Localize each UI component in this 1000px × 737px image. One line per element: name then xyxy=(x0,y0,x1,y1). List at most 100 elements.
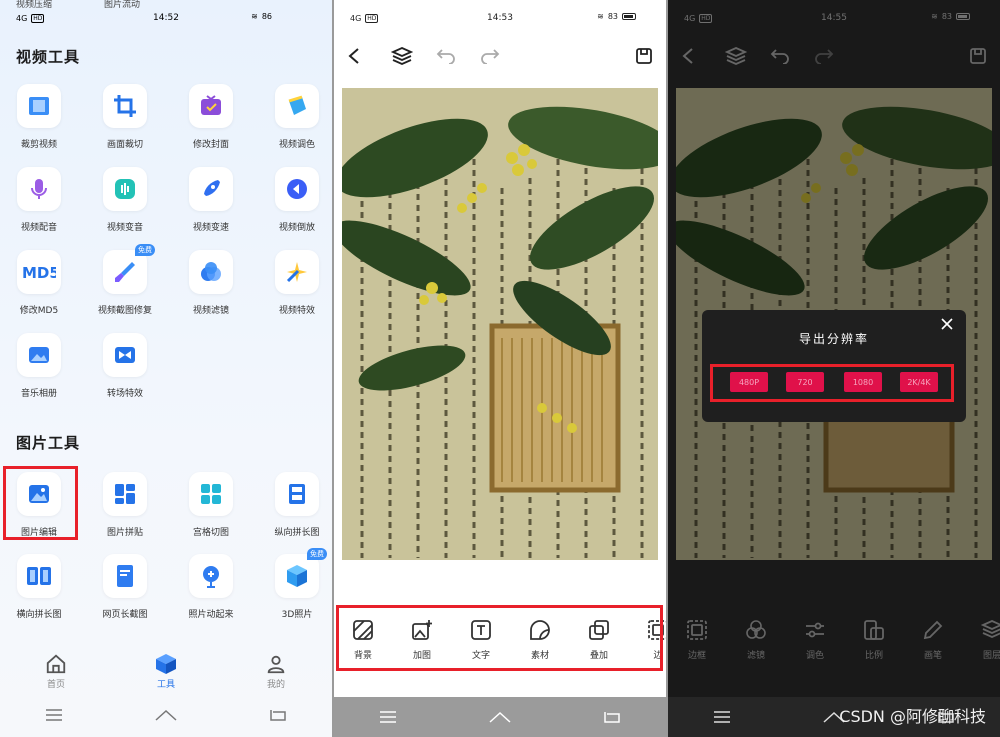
tool-filter-circles[interactable]: 滤镜 xyxy=(731,618,781,661)
tool-vertical-stitch[interactable]: 纵向拼长图 xyxy=(254,472,332,538)
wifi-icon: ≋ xyxy=(931,12,938,21)
tool-label: 视频滤镜 xyxy=(192,306,229,316)
tool-label: 图片拼贴 xyxy=(106,528,143,538)
md5-icon: MD5 xyxy=(17,250,61,294)
tool-color-bucket[interactable]: 视频调色 xyxy=(254,84,332,150)
tool-label: 视频变速 xyxy=(192,223,229,233)
tab-home-label: 首页 xyxy=(46,680,65,690)
tool-label: 图层 xyxy=(982,651,1000,661)
tab-tools[interactable]: 工具 xyxy=(136,653,196,690)
image-edit-highlight xyxy=(3,466,78,540)
tool-brush[interactable]: 免费 视频截图修复 xyxy=(82,244,168,316)
back-nav-icon[interactable] xyxy=(603,710,621,724)
battery-level: 83 xyxy=(607,12,618,21)
home-nav-icon[interactable] xyxy=(488,710,512,724)
tool-label: 照片动起来 xyxy=(188,610,234,620)
save-icon[interactable] xyxy=(966,44,990,68)
tool-label: 视频截图修复 xyxy=(97,306,152,316)
back-nav-icon[interactable] xyxy=(269,708,287,722)
tab-mine[interactable]: 我的 xyxy=(246,653,306,690)
back-icon[interactable] xyxy=(676,44,700,68)
export-resolution-screen: 4G HD 14:55 ≋ 83 边框 滤镜 调色 比例 画笔 图层 导出分辨率… xyxy=(668,0,1000,737)
tool-label: 3D照片 xyxy=(281,610,313,620)
menu-icon[interactable] xyxy=(45,708,63,722)
home-nav-icon[interactable] xyxy=(154,708,178,722)
svg-text:MD5: MD5 xyxy=(22,264,56,282)
tool-bar-highlight xyxy=(336,605,663,671)
tool-pen[interactable]: 画笔 xyxy=(908,618,958,661)
resolution-highlight xyxy=(710,364,954,402)
tool-label: 宫格切图 xyxy=(192,528,229,538)
tool-animate-photo[interactable]: 照片动起来 xyxy=(168,554,254,620)
battery-level: 83 xyxy=(941,12,952,21)
tool-sparkle[interactable]: 视频特效 xyxy=(254,250,332,316)
tool-layers[interactable]: 图层 xyxy=(967,618,1000,661)
tool-grid-cut[interactable]: 宫格切图 xyxy=(168,472,254,538)
layers-icon[interactable] xyxy=(390,44,414,68)
tool-label: 视频配音 xyxy=(20,223,57,233)
filter-circles-icon xyxy=(744,618,768,642)
tool-label: 画面裁切 xyxy=(106,140,143,150)
tool-label: 比例 xyxy=(864,651,883,661)
tool-label: 修改MD5 xyxy=(19,306,59,316)
redo-icon[interactable] xyxy=(812,44,836,68)
status-bar: 4G HD 14:55 ≋ 83 xyxy=(668,0,1000,30)
webpage-screenshot-icon xyxy=(103,554,147,598)
save-icon[interactable] xyxy=(632,44,656,68)
editor-tool-bar: 边框 滤镜 调色 比例 画笔 图层 xyxy=(668,606,1000,670)
tool-crop-video[interactable]: 裁剪视频 xyxy=(0,84,82,150)
wifi-icon: ≋ xyxy=(597,12,604,21)
tool-rocket[interactable]: 视频变速 xyxy=(168,167,254,233)
filter-icon xyxy=(189,250,233,294)
menu-icon[interactable] xyxy=(713,710,731,724)
close-icon[interactable] xyxy=(940,316,956,332)
video-tools-heading: 视频工具 xyxy=(16,48,81,66)
tool-cube[interactable]: 免费 3D照片 xyxy=(254,548,332,620)
tool-filter[interactable]: 视频滤镜 xyxy=(168,250,254,316)
grid-cut-icon xyxy=(189,472,233,516)
edited-photo[interactable] xyxy=(342,88,658,560)
tool-label: 视频变音 xyxy=(106,223,143,233)
battery-icon xyxy=(956,13,970,20)
image-tools-heading: 图片工具 xyxy=(16,434,81,452)
tool-adjust[interactable]: 调色 xyxy=(790,618,840,661)
undo-icon[interactable] xyxy=(768,44,792,68)
tool-webpage-screenshot[interactable]: 网页长截图 xyxy=(82,554,168,620)
layers-icon[interactable] xyxy=(724,44,748,68)
horizontal-stitch-icon xyxy=(17,554,61,598)
redo-icon[interactable] xyxy=(478,44,502,68)
status-bar: 视频压缩 图片流动 4G HD 14:52 ≋ 86 xyxy=(0,0,332,30)
watermark: CSDN @阿修聊科技 xyxy=(839,707,986,726)
editor-toolbar xyxy=(334,38,666,74)
tool-photo-album[interactable]: 音乐相册 xyxy=(0,333,82,399)
tab-home[interactable]: 首页 xyxy=(26,653,86,690)
home-icon xyxy=(44,653,68,675)
sparkle-icon xyxy=(275,250,319,294)
box-icon xyxy=(154,653,178,675)
tool-md5[interactable]: MD5 修改MD5 xyxy=(0,250,82,316)
adjust-icon xyxy=(803,618,827,642)
tool-frame-crop[interactable]: 画面裁切 xyxy=(82,84,168,150)
menu-icon[interactable] xyxy=(379,710,397,724)
system-nav-bar xyxy=(0,693,332,737)
tool-voice-change[interactable]: 视频变音 xyxy=(82,167,168,233)
tool-frame[interactable]: 边框 xyxy=(672,618,722,661)
undo-icon[interactable] xyxy=(434,44,458,68)
tool-label: 视频调色 xyxy=(278,140,315,150)
tool-label: 边框 xyxy=(687,651,706,661)
tool-label: 纵向拼长图 xyxy=(274,528,320,538)
tool-transition[interactable]: 转场特效 xyxy=(82,333,168,399)
free-badge: 免费 xyxy=(307,548,327,560)
rewind-icon xyxy=(275,167,319,211)
battery-icon xyxy=(622,13,636,20)
tool-microphone[interactable]: 视频配音 xyxy=(0,167,82,233)
tool-collage[interactable]: 图片拼贴 xyxy=(82,472,168,538)
tool-cover[interactable]: 修改封面 xyxy=(168,84,254,150)
tool-horizontal-stitch[interactable]: 横向拼长图 xyxy=(0,554,82,620)
status-bar: 4G HD 14:53 ≋ 83 xyxy=(334,0,666,30)
tool-rewind[interactable]: 视频倒放 xyxy=(254,167,332,233)
microphone-icon xyxy=(17,167,61,211)
tool-label: 画笔 xyxy=(923,651,942,661)
tool-ratio[interactable]: 比例 xyxy=(849,618,899,661)
back-icon[interactable] xyxy=(342,44,366,68)
